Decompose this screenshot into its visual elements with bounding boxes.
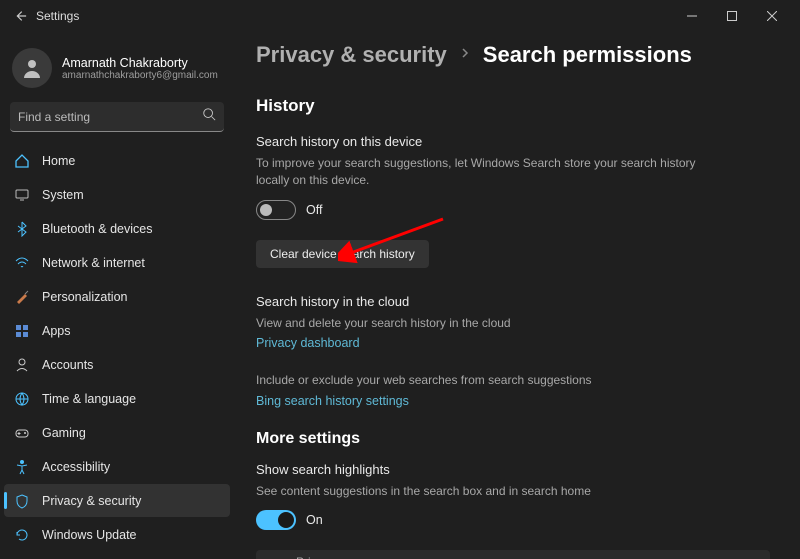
highlights-heading: Show search highlights xyxy=(256,462,770,477)
nav-list: Home System Bluetooth & devices Network … xyxy=(4,144,230,551)
bluetooth-icon xyxy=(14,221,30,237)
nav-gaming[interactable]: Gaming xyxy=(4,416,230,449)
gaming-icon xyxy=(14,425,30,441)
highlights-toggle-label: On xyxy=(306,513,323,527)
close-button[interactable] xyxy=(752,1,792,31)
profile-block[interactable]: Amarnath Chakraborty amarnathchakraborty… xyxy=(4,40,230,102)
home-icon xyxy=(14,153,30,169)
more-settings-heading: More settings xyxy=(256,430,770,448)
nav-personalization[interactable]: Personalization xyxy=(4,280,230,313)
highlights-desc: See content suggestions in the search bo… xyxy=(256,483,716,500)
nav-privacy[interactable]: Privacy & security xyxy=(4,484,230,517)
nav-accessibility[interactable]: Accessibility xyxy=(4,450,230,483)
nav-home[interactable]: Home xyxy=(4,144,230,177)
breadcrumb: Privacy & security Search permissions xyxy=(256,42,770,68)
maximize-button[interactable] xyxy=(712,1,752,31)
cloud-history-heading: Search history in the cloud xyxy=(256,294,770,309)
person-icon xyxy=(14,357,30,373)
device-history-toggle[interactable] xyxy=(256,200,296,220)
breadcrumb-parent[interactable]: Privacy & security xyxy=(256,42,447,68)
content-area: Privacy & security Search permissions Hi… xyxy=(234,32,800,559)
minimize-button[interactable] xyxy=(672,1,712,31)
highlights-toggle[interactable] xyxy=(256,510,296,530)
nav-system[interactable]: System xyxy=(4,178,230,211)
search-input[interactable] xyxy=(18,110,202,124)
nav-time[interactable]: Time & language xyxy=(4,382,230,415)
cloud-history-desc: View and delete your search history in t… xyxy=(256,315,716,332)
update-icon xyxy=(14,527,30,543)
shield-icon xyxy=(14,493,30,509)
avatar xyxy=(12,48,52,88)
apps-icon xyxy=(14,323,30,339)
profile-email: amarnathchakraborty6@gmail.com xyxy=(62,70,218,81)
bing-history-link[interactable]: Bing search history settings xyxy=(256,394,770,408)
wifi-icon xyxy=(14,255,30,271)
search-box[interactable] xyxy=(10,102,224,132)
nav-bluetooth[interactable]: Bluetooth & devices xyxy=(4,212,230,245)
privacy-dashboard-link[interactable]: Privacy dashboard xyxy=(256,336,770,350)
device-history-heading: Search history on this device xyxy=(256,134,770,149)
system-icon xyxy=(14,187,30,203)
chevron-right-icon xyxy=(459,46,471,64)
clear-history-button[interactable]: Clear device search history xyxy=(256,240,429,268)
search-icon xyxy=(202,107,216,126)
cloud-history-desc2: Include or exclude your web searches fro… xyxy=(256,372,716,389)
nav-accounts[interactable]: Accounts xyxy=(4,348,230,381)
nav-update[interactable]: Windows Update xyxy=(4,518,230,551)
accessibility-icon xyxy=(14,459,30,475)
privacy-resources-row[interactable]: Privacy resources xyxy=(256,550,770,559)
device-history-desc: To improve your search suggestions, let … xyxy=(256,155,716,190)
nav-apps[interactable]: Apps xyxy=(4,314,230,347)
globe-icon xyxy=(14,391,30,407)
nav-network[interactable]: Network & internet xyxy=(4,246,230,279)
window-title: Settings xyxy=(36,9,79,23)
breadcrumb-current: Search permissions xyxy=(483,42,692,68)
profile-name: Amarnath Chakraborty xyxy=(62,56,218,70)
history-heading: History xyxy=(256,96,770,116)
back-button[interactable] xyxy=(8,9,32,23)
brush-icon xyxy=(14,289,30,305)
device-history-toggle-label: Off xyxy=(306,203,322,217)
sidebar: Amarnath Chakraborty amarnathchakraborty… xyxy=(0,32,234,559)
